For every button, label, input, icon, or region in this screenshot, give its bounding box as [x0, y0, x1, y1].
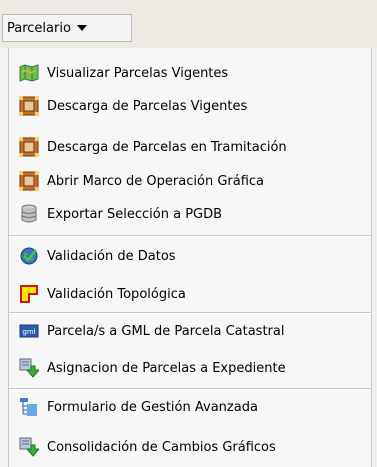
menu-item-formulario-gestion[interactable]: Formulario de Gestión Avanzada [9, 392, 371, 422]
database-icon [19, 204, 39, 224]
menu-item-validacion-topologica[interactable]: Validación Topológica [9, 279, 371, 309]
svg-text:gml: gml [22, 328, 35, 336]
map-icon [19, 63, 39, 83]
menu-item-label: Descarga de Parcelas en Tramitación [47, 139, 287, 155]
menu-item-label: Formulario de Gestión Avanzada [47, 399, 258, 415]
menu-item-label: Abrir Marco de Operación Gráfica [47, 173, 265, 189]
menu-item-descarga-parcelas-vigentes[interactable]: Descarga de Parcelas Vigentes [9, 91, 371, 121]
menu-item-label: Asignacion de Parcelas a Expediente [47, 360, 286, 376]
menu-item-visualizar-parcelas-vigentes[interactable]: Visualizar Parcelas Vigentes [9, 58, 371, 88]
menu-item-label: Parcela/s a GML de Parcela Catastral [47, 323, 285, 339]
menu-item-parcelas-gml[interactable]: gml Parcela/s a GML de Parcela Catastral [9, 316, 371, 346]
menu-item-label: Validación Topológica [47, 286, 186, 302]
tree-form-icon [19, 397, 39, 417]
menu-item-label: Exportar Selección a PGDB [47, 206, 223, 222]
menu-separator [9, 388, 371, 390]
menu-item-abrir-marco-operacion[interactable]: Abrir Marco de Operación Gráfica [9, 166, 371, 196]
menu-separator [9, 235, 371, 237]
frame-icon [19, 137, 39, 157]
gml-icon: gml [19, 321, 39, 341]
menu-item-label: Descarga de Parcelas Vigentes [47, 98, 248, 114]
menu-item-label: Visualizar Parcelas Vigentes [47, 65, 229, 81]
dropdown-label: Parcelario [7, 20, 71, 36]
frame-icon [19, 96, 39, 116]
menu-item-validacion-datos[interactable]: Validación de Datos [9, 241, 371, 271]
topology-icon [19, 284, 39, 304]
parcelario-menu: Visualizar Parcelas Vigentes Descarga de… [8, 48, 372, 467]
menu-item-exportar-seleccion-pgdb[interactable]: Exportar Selección a PGDB [9, 199, 371, 229]
assign-arrow-icon [19, 437, 39, 457]
menu-item-label: Consolidación de Cambios Gráficos [47, 439, 276, 455]
assign-arrow-icon [19, 358, 39, 378]
menu-item-descarga-parcelas-tramitacion[interactable]: Descarga de Parcelas en Tramitación [9, 132, 371, 162]
menu-item-label: Validación de Datos [47, 248, 176, 264]
frame-icon [19, 171, 39, 191]
chevron-down-icon [76, 25, 87, 31]
globe-check-icon [19, 246, 39, 266]
menu-item-asignacion-parcelas[interactable]: Asignacion de Parcelas a Expediente [9, 353, 371, 383]
parcelario-dropdown-button[interactable]: Parcelario [2, 14, 132, 42]
menu-item-consolidacion-cambios[interactable]: Consolidación de Cambios Gráficos [9, 432, 371, 462]
menu-separator [9, 312, 371, 314]
